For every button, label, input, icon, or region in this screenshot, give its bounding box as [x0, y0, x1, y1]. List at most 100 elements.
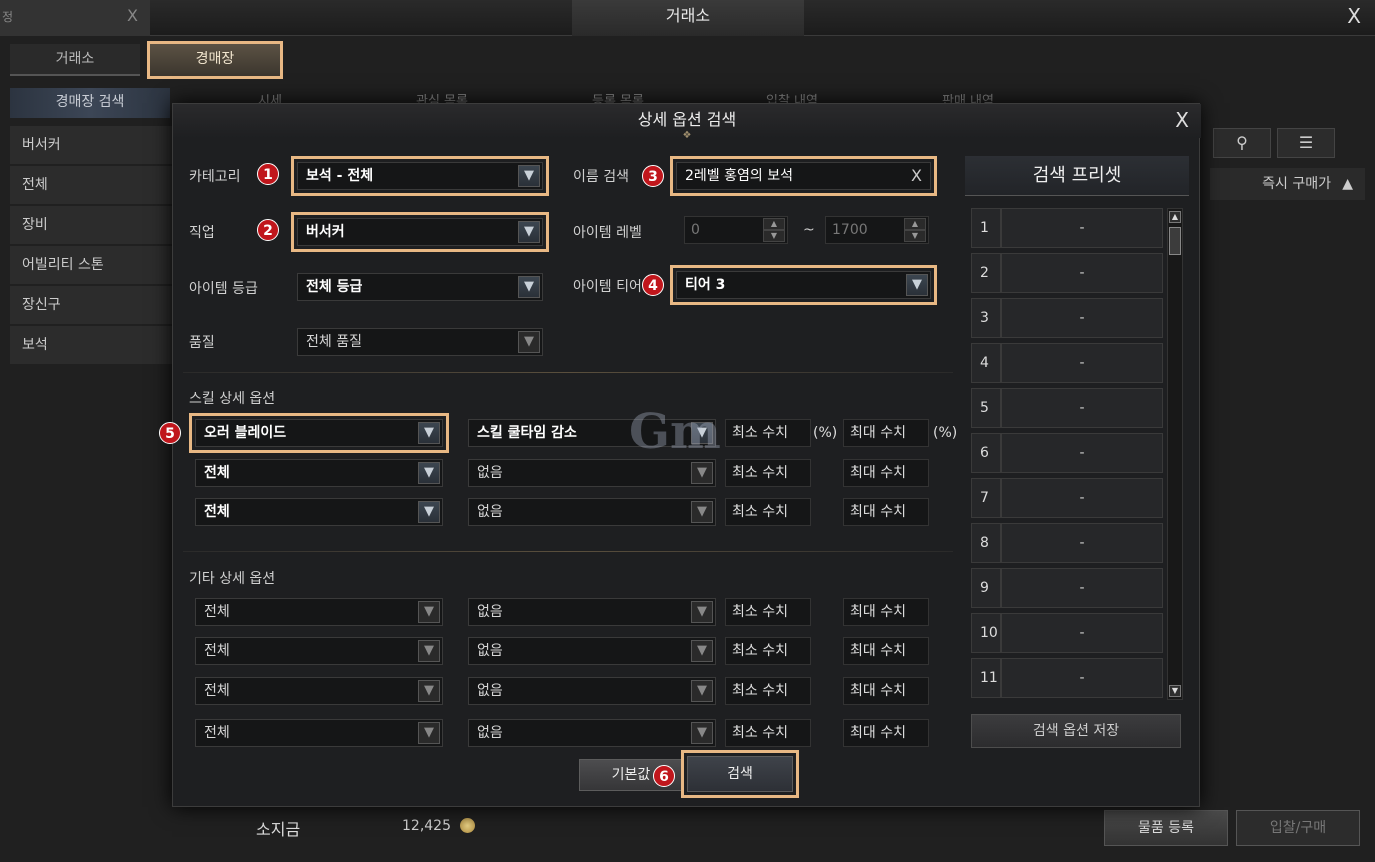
preset-number: 1 [971, 208, 1001, 248]
preset-number: 5 [971, 388, 1001, 428]
badge-3: 3 [642, 165, 664, 187]
etc-type-value-3: 전체 [204, 683, 230, 699]
skill-value-3: 전체 [204, 504, 230, 520]
skill-max-input-3[interactable]: 최대 수치 [843, 498, 929, 526]
name-search-input[interactable]: 2레벨 홍염의 보석 X [670, 156, 937, 196]
etc-min-input-1[interactable]: 최소 수치 [725, 598, 811, 626]
preset-item[interactable]: 2- [971, 253, 1163, 293]
skill-min-input-2[interactable]: 최소 수치 [725, 459, 811, 487]
preset-number: 7 [971, 478, 1001, 518]
bid-buy-button[interactable]: 입찰/구매 [1236, 810, 1360, 846]
etc-max-input-2[interactable]: 최대 수치 [843, 637, 929, 665]
etc-option-value-2: 없음 [477, 643, 503, 659]
tier-value: 티어 3 [685, 277, 726, 293]
preset-item[interactable]: 11- [971, 658, 1163, 698]
skill-option-dropdown-2[interactable]: 없음 ▼ [468, 459, 716, 487]
sidebar-item-berserker[interactable]: 버서커 [10, 126, 172, 164]
search-icon[interactable]: ⚲ [1213, 128, 1271, 158]
chevron-down-icon: ▼ [906, 274, 928, 296]
skill-option-dropdown-3[interactable]: 없음 ▼ [468, 498, 716, 526]
window-close-icon[interactable]: X [1347, 4, 1361, 28]
etc-option-dropdown-1[interactable]: 없음 ▼ [468, 598, 716, 626]
etc-min-input-3[interactable]: 최소 수치 [725, 677, 811, 705]
skill-max-input-1[interactable]: 최대 수치 [843, 419, 929, 447]
etc-type-dropdown-2[interactable]: 전체 ▼ [195, 637, 443, 665]
skill-dropdown-3[interactable]: 전체 ▼ [195, 498, 443, 526]
etc-type-dropdown-1[interactable]: 전체 ▼ [195, 598, 443, 626]
chevron-down-icon: ▼ [691, 722, 713, 744]
name-search-label: 이름 검색 [573, 169, 629, 185]
preset-item[interactable]: 5- [971, 388, 1163, 428]
preset-title: 검색 프리셋 [965, 156, 1189, 196]
etc-option-dropdown-2[interactable]: 없음 ▼ [468, 637, 716, 665]
gold-value: 12,425 [402, 818, 451, 834]
scroll-thumb[interactable] [1169, 227, 1181, 255]
sidebar-item-all[interactable]: 전체 [10, 166, 172, 204]
sidebar-item-equipment[interactable]: 장비 [10, 206, 172, 244]
stub-close-icon[interactable]: X [127, 6, 138, 25]
list-search-icon[interactable]: ☰ [1277, 128, 1335, 158]
level-max-value: 1700 [832, 222, 868, 238]
skill-dropdown-1[interactable]: 오러 블레이드 ▼ [189, 413, 449, 453]
watermark-logo: Gm [629, 404, 721, 460]
chevron-down-icon: ▼ [418, 601, 440, 623]
preset-number: 10 [971, 613, 1001, 653]
class-dropdown[interactable]: 버서커 ▼ [291, 212, 549, 252]
sidebar-item-gem[interactable]: 보석 [10, 326, 172, 364]
etc-min-input-2[interactable]: 최소 수치 [725, 637, 811, 665]
scroll-down-icon[interactable]: ▼ [1169, 685, 1181, 697]
etc-min-input-4[interactable]: 최소 수치 [725, 719, 811, 747]
chevron-down-icon: ▼ [691, 501, 713, 523]
sort-buyout-price[interactable]: 즉시 구매가 ▲ [1210, 168, 1365, 200]
etc-type-value-1: 전체 [204, 604, 230, 620]
preset-number: 3 [971, 298, 1001, 338]
etc-type-dropdown-4[interactable]: 전체 ▼ [195, 719, 443, 747]
level-min-input[interactable]: 0 ▲ ▼ [684, 216, 788, 244]
skill-min-input-1[interactable]: 최소 수치 [725, 419, 811, 447]
level-min-stepper[interactable]: ▲ ▼ [763, 218, 785, 242]
scroll-up-icon[interactable]: ▲ [1169, 211, 1181, 223]
skill-dropdown-2[interactable]: 전체 ▼ [195, 459, 443, 487]
title-ornament-icon: ❖ [682, 130, 692, 141]
preset-item[interactable]: 8- [971, 523, 1163, 563]
save-search-option-button[interactable]: 검색 옵션 저장 [971, 714, 1181, 748]
etc-max-input-1[interactable]: 최대 수치 [843, 598, 929, 626]
dialog-close-icon[interactable]: X [1175, 108, 1189, 132]
etc-max-input-3[interactable]: 최대 수치 [843, 677, 929, 705]
preset-value: - [1001, 208, 1163, 248]
quality-dropdown[interactable]: 전체 품질 ▼ [297, 328, 543, 356]
preset-item[interactable]: 4- [971, 343, 1163, 383]
tier-dropdown[interactable]: 티어 3 ▼ [670, 265, 937, 305]
grade-label: 아이템 등급 [189, 281, 258, 297]
tab-auction[interactable]: 경매장 [147, 41, 283, 79]
etc-option-dropdown-3[interactable]: 없음 ▼ [468, 677, 716, 705]
preset-item[interactable]: 3- [971, 298, 1163, 338]
badge-5: 5 [159, 422, 181, 444]
preset-item[interactable]: 6- [971, 433, 1163, 473]
preset-scrollbar[interactable]: ▲ ▼ [1167, 208, 1183, 700]
preset-item[interactable]: 1- [971, 208, 1163, 248]
etc-option-dropdown-4[interactable]: 없음 ▼ [468, 719, 716, 747]
level-max-input[interactable]: 1700 ▲ ▼ [825, 216, 929, 244]
register-item-button[interactable]: 물품 등록 [1104, 810, 1228, 846]
clear-icon[interactable]: X [911, 163, 922, 189]
category-dropdown[interactable]: 보석 - 전체 ▼ [291, 156, 549, 196]
chevron-down-icon: ▼ [518, 221, 540, 243]
tab-exchange[interactable]: 거래소 [10, 44, 140, 76]
preset-item[interactable]: 10- [971, 613, 1163, 653]
skill-max-input-2[interactable]: 최대 수치 [843, 459, 929, 487]
preset-item[interactable]: 9- [971, 568, 1163, 608]
section-divider [183, 372, 953, 373]
search-button[interactable]: 검색 [681, 750, 799, 798]
skill-value-1: 오러 블레이드 [204, 425, 287, 441]
etc-max-input-4[interactable]: 최대 수치 [843, 719, 929, 747]
sidebar-item-accessory[interactable]: 장신구 [10, 286, 172, 324]
preset-item[interactable]: 7- [971, 478, 1163, 518]
skill-min-input-3[interactable]: 최소 수치 [725, 498, 811, 526]
preset-value: - [1001, 613, 1163, 653]
etc-type-dropdown-3[interactable]: 전체 ▼ [195, 677, 443, 705]
grade-dropdown[interactable]: 전체 등급 ▼ [297, 273, 543, 301]
level-max-stepper[interactable]: ▲ ▼ [904, 218, 926, 242]
sidebar-item-ability-stone[interactable]: 어빌리티 스톤 [10, 246, 172, 284]
preset-value: - [1001, 298, 1163, 338]
